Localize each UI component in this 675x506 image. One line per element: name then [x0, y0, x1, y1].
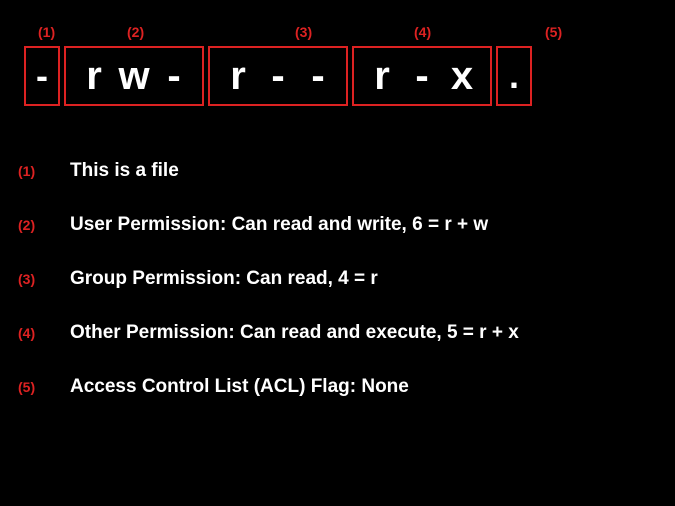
explanation-text: Access Control List (ACL) Flag: None: [70, 376, 409, 398]
explanation-num: (4): [18, 325, 46, 341]
char: .: [500, 55, 528, 97]
explanation-text: Group Permission: Can read, 4 = r: [70, 268, 378, 290]
segment-label-4: (4): [414, 24, 431, 40]
explanations-list: (1) This is a file (2) User Permission: …: [18, 160, 519, 398]
char: -: [298, 54, 338, 99]
segment-label-2: (2): [127, 24, 144, 40]
explanation-text: User Permission: Can read and write, 6 =…: [70, 214, 488, 236]
explanation-row: (2) User Permission: Can read and write,…: [18, 214, 519, 236]
char: r: [362, 54, 402, 99]
char: w: [114, 54, 154, 99]
permission-box-2: r w -: [64, 46, 204, 106]
char: r: [218, 54, 258, 99]
char: x: [442, 54, 482, 99]
explanation-row: (4) Other Permission: Can read and execu…: [18, 322, 519, 344]
explanation-text: This is a file: [70, 160, 179, 182]
explanation-text: Other Permission: Can read and execute, …: [70, 322, 519, 344]
explanation-row: (1) This is a file: [18, 160, 519, 182]
explanation-num: (1): [18, 163, 46, 179]
permission-boxes-row: - r w - r - - r - x .: [24, 46, 532, 106]
permission-box-1: -: [24, 46, 60, 106]
permission-box-3: r - -: [208, 46, 348, 106]
char: -: [258, 54, 298, 99]
permission-box-5: .: [496, 46, 532, 106]
char: -: [402, 54, 442, 99]
segment-label-3: (3): [295, 24, 312, 40]
explanation-row: (5) Access Control List (ACL) Flag: None: [18, 376, 519, 398]
segment-label-1: (1): [38, 24, 55, 40]
permission-box-4: r - x: [352, 46, 492, 106]
segment-label-5: (5): [545, 24, 562, 40]
explanation-num: (5): [18, 379, 46, 395]
explanation-row: (3) Group Permission: Can read, 4 = r: [18, 268, 519, 290]
char: r: [74, 54, 114, 99]
explanation-num: (2): [18, 217, 46, 233]
char: -: [154, 54, 194, 99]
explanation-num: (3): [18, 271, 46, 287]
char: -: [28, 55, 56, 97]
